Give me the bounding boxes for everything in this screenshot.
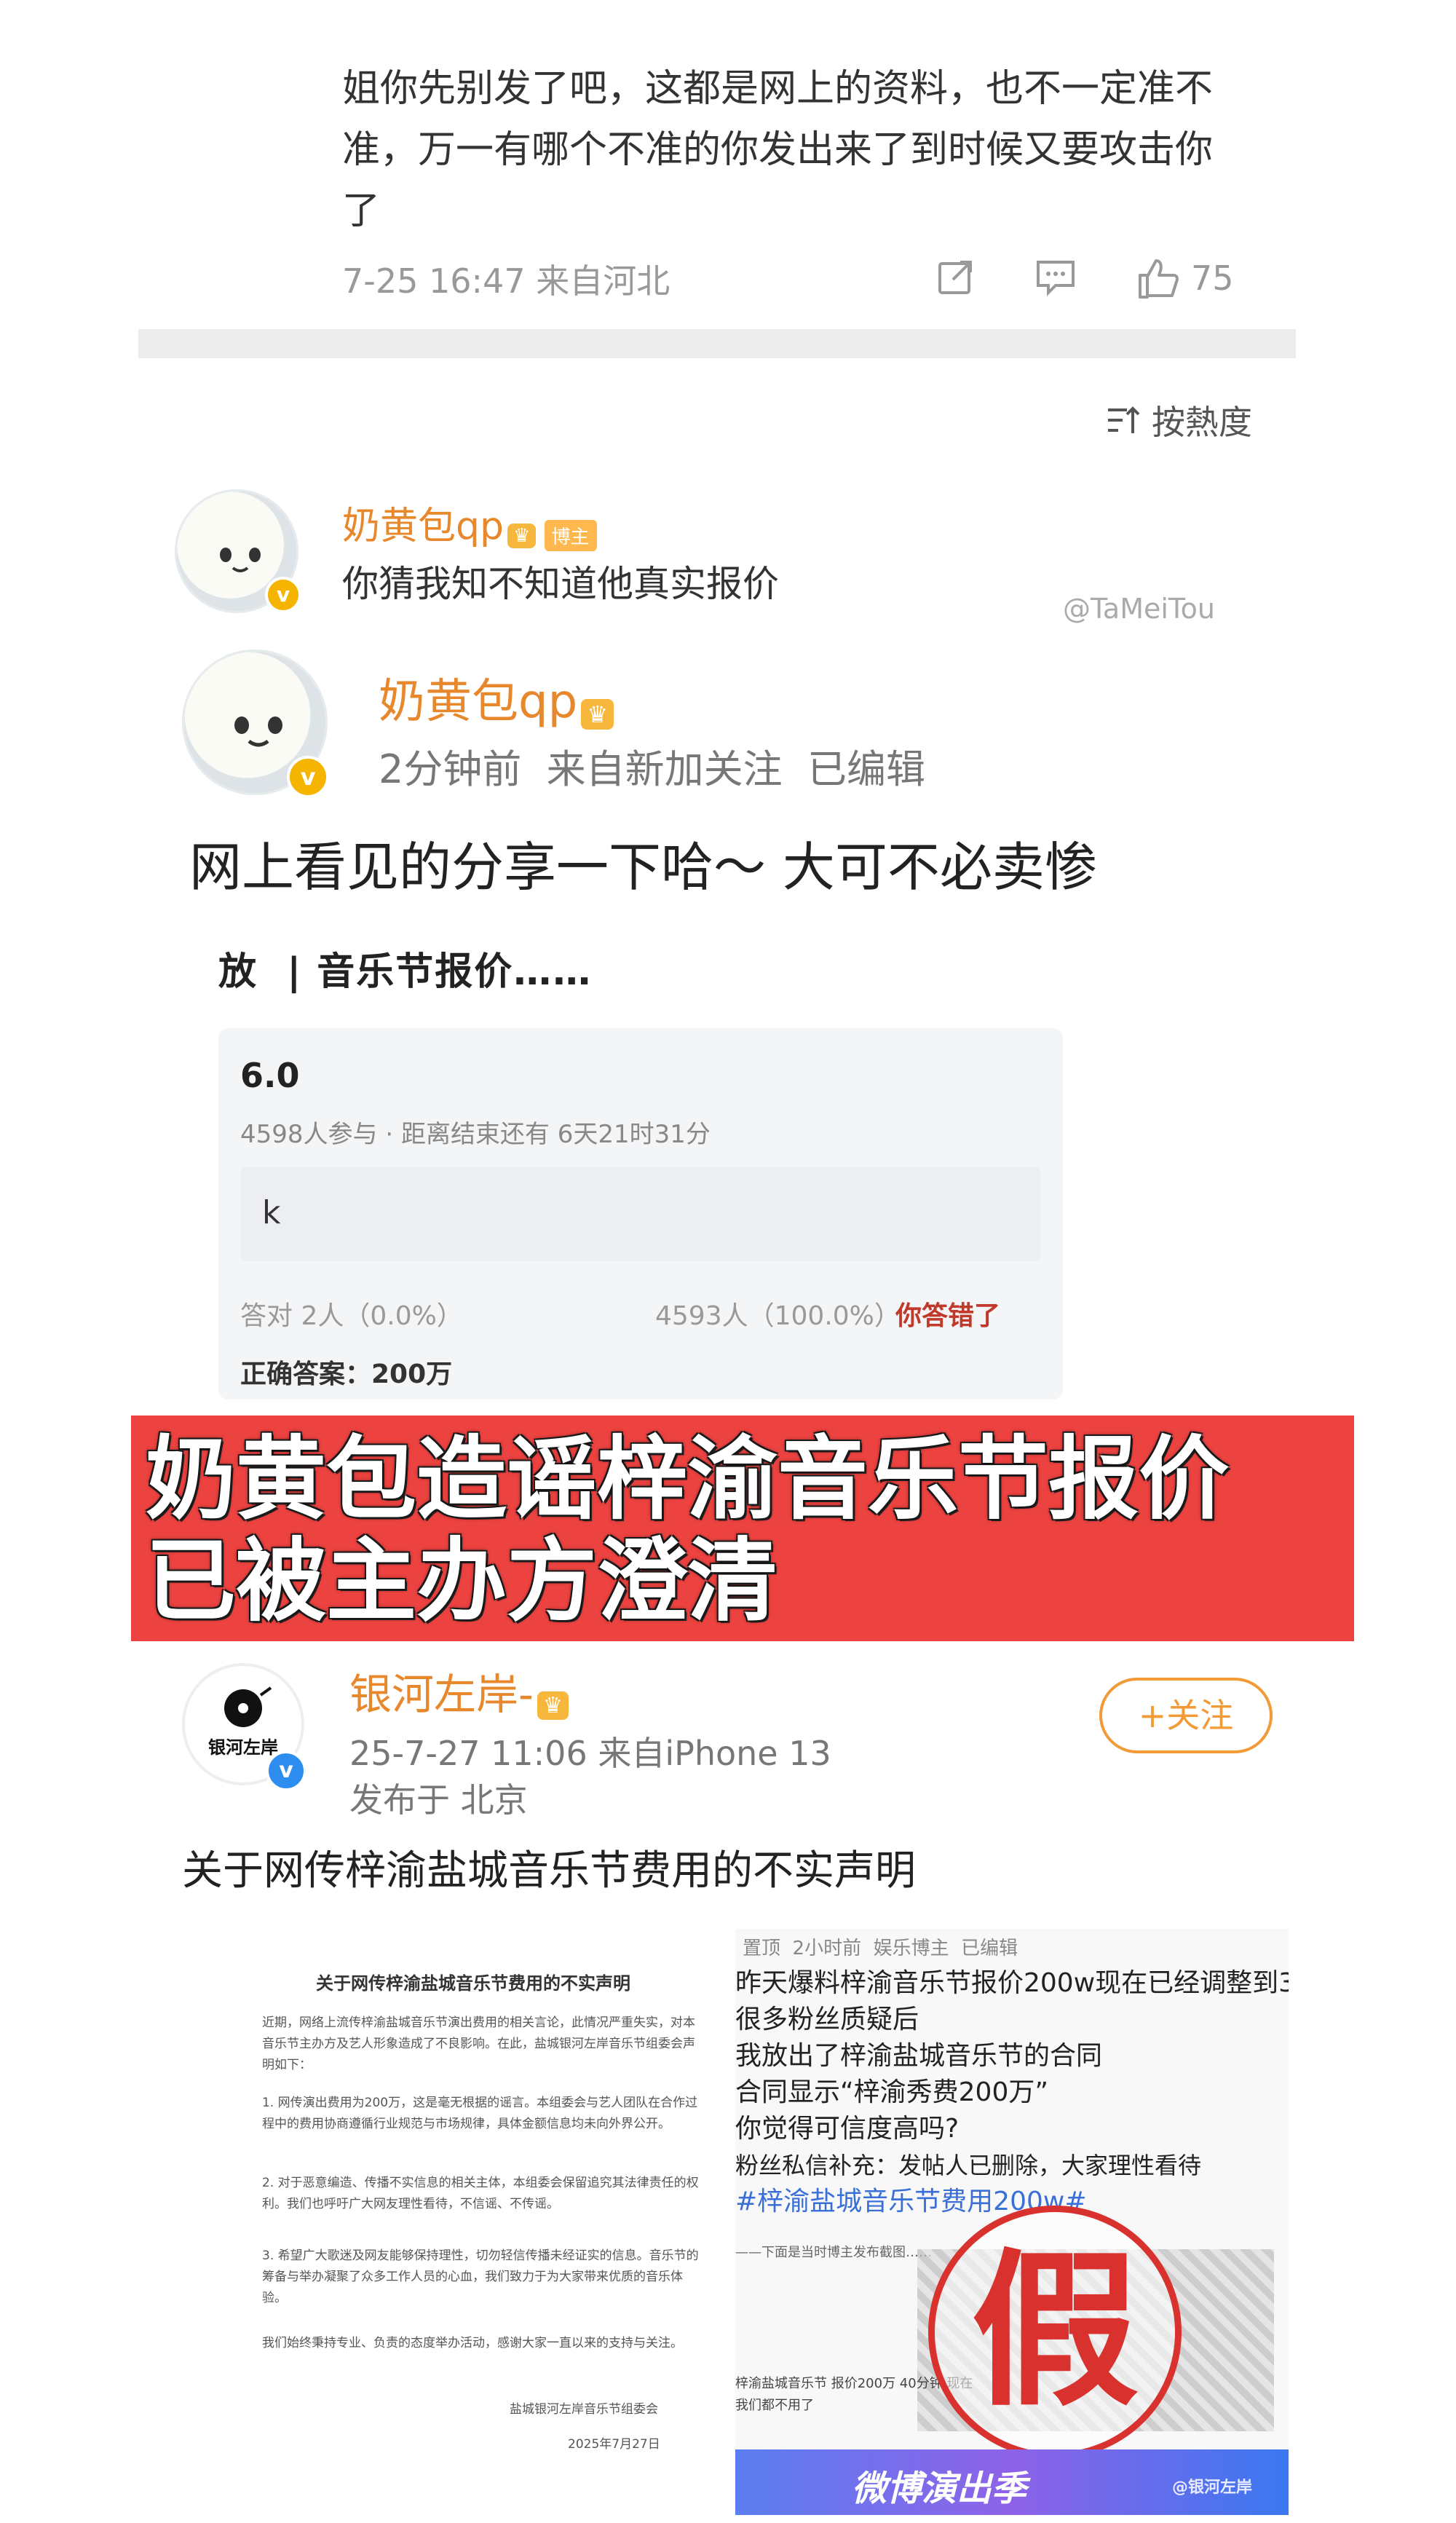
comment-icon (1037, 261, 1075, 296)
share-icon (938, 261, 972, 294)
share-button[interactable] (935, 256, 976, 297)
statement-username[interactable]: 银河左岸- (349, 1670, 534, 1719)
verified-badge-icon: v (287, 756, 329, 798)
quiz-title: 放 | 音乐节报价…… (218, 950, 593, 994)
screenshot-small-text: 我们都不用了 (735, 2398, 814, 2413)
weibo-banner: 微博演出季 @银河左岸 (735, 2449, 1289, 2515)
author-badge: 博主 (544, 520, 597, 551)
doc-paragraph: 我们始终秉持专业、负责的态度举办活动，感谢大家一直以来的支持与关注。 (262, 2336, 683, 2350)
like-button[interactable]: 75 (1136, 256, 1234, 300)
screenshot-line: 你觉得可信度高吗? (735, 2114, 960, 2144)
quiz-wrong-label: 你答错了 (895, 1301, 1001, 1331)
verified-badge-icon: v (265, 577, 301, 613)
statement-document[interactable]: 关于网传梓渝盐城音乐节费用的不实声明 近期，网络上流传梓渝盐城音乐节演出费用的相… (189, 1947, 757, 2486)
follow-button[interactable]: +关注 (1099, 1678, 1273, 1753)
quiz-option-text: k (262, 1194, 281, 1231)
reply-text: 你猜我知不知道他真实报价 (342, 563, 779, 605)
screenshot-line: 我放出了梓渝盐城音乐节的合同 (735, 2041, 1103, 2071)
comment-text: 姐你先别发了吧，这都是网上的资料，也不一定准不准，万一有哪个不准的你发出来了到时… (342, 67, 1214, 233)
quiz-option[interactable]: k (240, 1166, 1041, 1261)
banner-line-2: 已被主办方澄清 (146, 1529, 778, 1634)
statement-time: 25-7-27 11:06 来自iPhone 13 (349, 1734, 831, 1773)
sort-icon (1108, 406, 1140, 433)
post-header: 奶黄包qp ♛ (379, 664, 614, 731)
statement-title: 关于网传梓渝盐城音乐节费用的不实声明 (182, 1847, 916, 1895)
section-divider (138, 329, 1296, 358)
doc-paragraph: 2. 对于恶意编造、传播不实信息的相关主体，本组委会保留追究其法律责任的权利。我… (262, 2176, 699, 2211)
fake-stamp: 假 (928, 2206, 1182, 2459)
reply-section: 按熱度 v 奶黄包qp ♛ 博主 你猜我知不知道他真实报价 @TaMeiTou … (138, 358, 1296, 1425)
comment-button[interactable] (1034, 256, 1077, 297)
statement-section: 银河左岸 v 银河左岸- ♛ 25-7-27 11:06 来自iPhone 13… (131, 1641, 1318, 2523)
screenshot-small-text: ——下面是当时博主发布截图…… (735, 2245, 932, 2260)
statement-location: 发布于 北京 (349, 1780, 528, 1820)
screenshot-line: 很多粉丝质疑后 (735, 2005, 919, 2034)
doc-signature: 盐城银河左岸音乐节组委会 (510, 2402, 658, 2417)
weibo-banner-text: 微博演出季 (852, 2468, 1027, 2509)
sort-button[interactable]: 按熱度 (1105, 396, 1252, 444)
quiz-answer: 正确答案：200万 (240, 1359, 453, 1389)
like-icon (1139, 259, 1179, 299)
doc-date: 2025年7月27日 (568, 2437, 660, 2452)
watermark: @TaMeiTou (1063, 593, 1216, 625)
comment-meta: 7-25 16:47 来自河北 (342, 261, 670, 301)
quiz-wrong-stat: 4593人（100.0%） (655, 1301, 901, 1331)
crown-icon: ♛ (581, 698, 614, 730)
post-meta: 2分钟前 来自新加关注 已编辑 (379, 746, 926, 792)
doc-paragraph: 近期，网络上流传梓渝盐城音乐节演出费用的相关言论，此情况严重失实，对本音乐节主办… (262, 2015, 695, 2072)
post-body: 网上看见的分享一下哈～ 大可不必卖惨 (189, 837, 1097, 898)
doc-paragraph: 1. 网传演出费用为200万，这是毫无根据的谣言。本组委会与艺人团队在合作过程中… (262, 2096, 698, 2131)
doc-paragraph: 3. 希望广大歌迷及网友能够保持理性，切勿轻信传播未经证实的信息。音乐节的筹备与… (262, 2248, 699, 2305)
post-username[interactable]: 奶黄包qp (379, 675, 577, 729)
quiz-card[interactable]: 6.0 4598人参与 · 距离结束还有 6天21时31分 k 答对 2人（0.… (218, 1028, 1063, 1399)
screenshot-line: 合同显示“梓渝秀费200万” (735, 2077, 1049, 2107)
banner-line-1: 奶黄包造谣梓渝音乐节报价 (146, 1427, 1230, 1532)
screenshot-line: 昨天爆料梓渝音乐节报价200w现在已经调整到300w的 (735, 1968, 1289, 1998)
sort-label: 按熱度 (1152, 403, 1252, 442)
reply-header: 奶黄包qp ♛ 博主 (342, 495, 597, 551)
screenshot-line: 粉丝私信补充：发帖人已删除，大家理性看待 (735, 2152, 1202, 2179)
quiz-correct-stat: 答对 2人（0.0%） (240, 1301, 463, 1331)
reply-username[interactable]: 奶黄包qp (342, 505, 504, 548)
quiz-meta: 4598人参与 · 距离结束还有 6天21时31分 (240, 1120, 711, 1149)
crown-icon: ♛ (507, 523, 537, 548)
doc-heading: 关于网传梓渝盐城音乐节费用的不实声明 (316, 1973, 630, 1994)
statement-header: 银河左岸- ♛ (349, 1660, 569, 1721)
headline-banner: 奶黄包造谣梓渝音乐节报价 已被主办方澄清 (131, 1416, 1354, 1641)
crown-icon: ♛ (537, 1691, 569, 1720)
top-comment: 姐你先别发了吧，这都是网上的资料，也不一定准不准，万一有哪个不准的你发出来了到时… (0, 0, 1456, 335)
weibo-handle: @银河左岸 (1172, 2479, 1253, 2497)
like-count: 75 (1191, 258, 1234, 298)
verified-blue-icon: v (266, 1750, 306, 1791)
screenshot-tag: 置顶 2小时前 娱乐博主 已编辑 (743, 1938, 1018, 1959)
quiz-score: 6.0 (240, 1056, 300, 1095)
rumor-screenshot[interactable]: 置顶 2小时前 娱乐博主 已编辑 昨天爆料梓渝音乐节报价200w现在已经调整到3… (735, 1929, 1289, 2515)
